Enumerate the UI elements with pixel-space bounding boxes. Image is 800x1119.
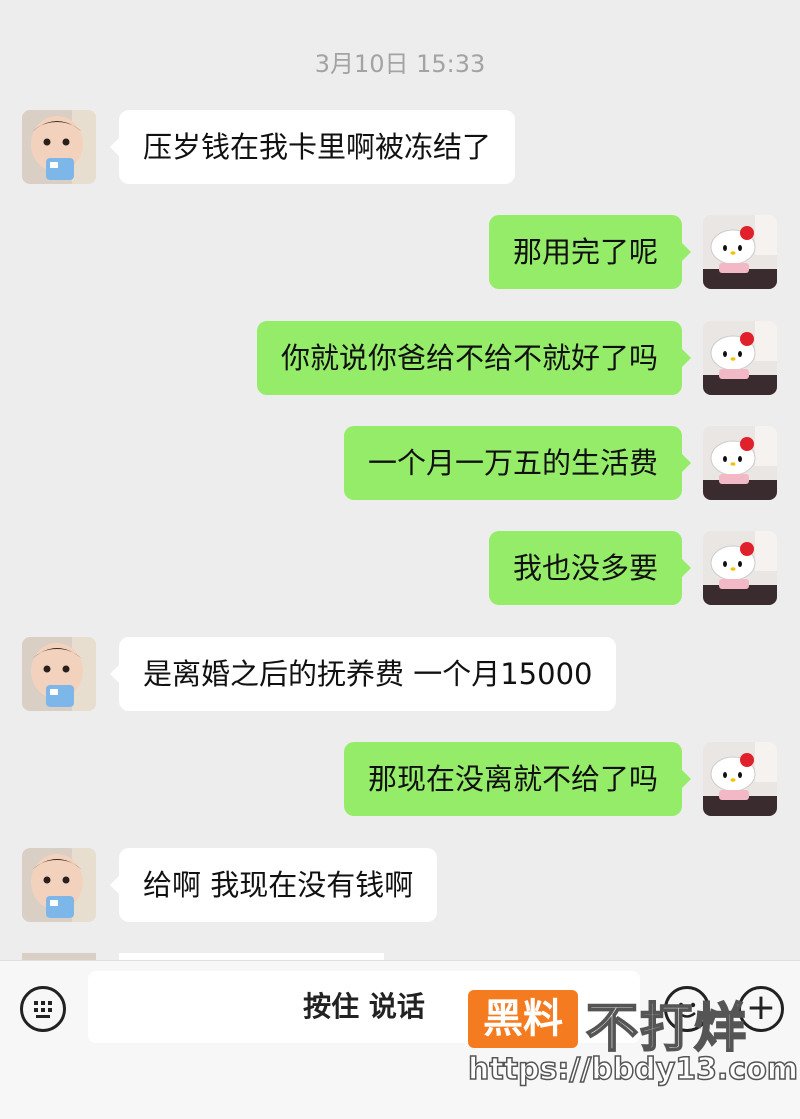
message-bubble[interactable]: 给啊 我现在没有钱啊	[109, 848, 438, 922]
my-avatar[interactable]	[703, 426, 777, 500]
message-timestamp: 3月10日 15:33	[314, 50, 486, 78]
watermark-url: https://bbdy13.com	[467, 1051, 799, 1088]
message-bubble[interactable]: 那现在没离就不给了吗	[343, 742, 692, 816]
watermark-tag: 黑料	[468, 990, 578, 1048]
my-avatar[interactable]	[703, 215, 777, 289]
keyboard-icon[interactable]	[20, 986, 66, 1032]
chat-screen: 3月10日 15:33 压岁钱在我卡里啊被冻结了 那用完了呢 你就说你爸给不给不…	[0, 0, 800, 1119]
message-bubble[interactable]: 是离婚之后的抚养费 一个月15000	[109, 637, 617, 711]
message-bubble[interactable]: 一个月一万五的生活费	[343, 426, 692, 500]
message-bubble[interactable]: 那用完了呢	[488, 215, 692, 289]
message-bubble[interactable]: 压岁钱在我卡里啊被冻结了	[109, 110, 516, 184]
my-avatar[interactable]	[703, 742, 777, 816]
contact-avatar[interactable]	[22, 110, 96, 184]
watermark: 黑料 不打烊 https://bbdy13.com	[467, 990, 799, 1110]
my-avatar[interactable]	[703, 321, 777, 395]
message-bubble[interactable]: 你就说你爸给不给不就好了吗	[256, 321, 692, 395]
my-avatar[interactable]	[703, 531, 777, 605]
message-bubble[interactable]: 我也没多要	[488, 531, 692, 605]
watermark-text: 不打烊	[585, 998, 749, 1060]
contact-avatar[interactable]	[22, 637, 96, 711]
contact-avatar[interactable]	[22, 848, 96, 922]
